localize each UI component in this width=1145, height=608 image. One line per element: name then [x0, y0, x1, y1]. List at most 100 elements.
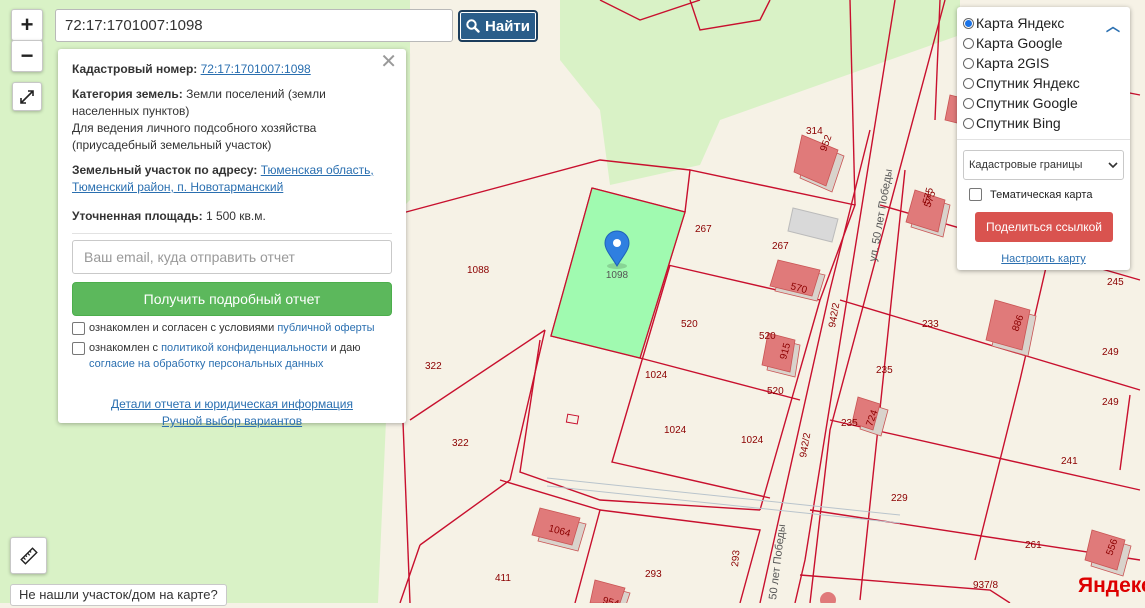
radio[interactable] — [963, 117, 974, 129]
area-value: 1 500 кв.м. — [205, 209, 266, 223]
parcel-label: 241 — [1061, 456, 1078, 467]
parcel-label: 314 — [806, 126, 823, 137]
ruler-button[interactable] — [10, 537, 47, 574]
parcel-label: 235 — [876, 365, 893, 376]
cadastral-number-label: Кадастровый номер: — [72, 62, 198, 76]
divider — [957, 139, 1130, 140]
search-button[interactable]: Найти — [458, 10, 538, 42]
layers-panel: ︿ Карта Яндекс Карта Google Карта 2GIS С… — [957, 7, 1130, 270]
agree-text: и даю — [330, 342, 361, 354]
layer-option[interactable]: Спутник Bing — [963, 113, 1124, 133]
area-label: Уточненная площадь: — [72, 209, 203, 223]
layer-option[interactable]: Карта 2GIS — [963, 53, 1124, 73]
zoom-out-label: − — [20, 43, 34, 68]
fullscreen-button[interactable] — [12, 82, 42, 111]
land-category-label: Категория земель: — [72, 87, 183, 101]
privacy-checkbox[interactable] — [72, 342, 85, 355]
radio-selected[interactable] — [963, 17, 974, 29]
land-use-value: Для ведения личного подсобного хозяйства… — [72, 121, 317, 152]
zoom-in-label: + — [20, 12, 34, 37]
thematic-checkbox[interactable] — [969, 188, 982, 201]
address-row: Земельный участок по адресу: Тюменская о… — [72, 162, 392, 196]
divider — [72, 233, 392, 234]
layer-option[interactable]: Карта Яндекс — [963, 13, 1124, 33]
parcel-label: 229 — [891, 493, 908, 504]
street-label: 50 лет Победы — [767, 523, 788, 600]
popup-links: Детали отчета и юридическая информация Р… — [72, 396, 392, 430]
thematic-label: Тематическая карта — [990, 188, 1093, 201]
parcel-label: 293 — [645, 569, 662, 580]
house — [793, 134, 845, 193]
get-report-label: Получить подробный отчет — [143, 290, 321, 307]
street-label: ул. 50 лет Победы — [867, 168, 895, 262]
layer-label: Карта 2GIS — [976, 55, 1050, 71]
offer-link[interactable]: публичной оферты — [277, 322, 374, 334]
parcel-label: 267 — [695, 224, 712, 235]
parcel-label: 942/2 — [827, 302, 842, 329]
chevron-down-icon — [1108, 162, 1118, 169]
small-structure — [565, 413, 580, 425]
zoom-out-button[interactable]: − — [11, 40, 43, 72]
layer-option[interactable]: Спутник Google — [963, 93, 1124, 113]
parcel-label: 245 — [1107, 277, 1124, 288]
parcel-label: 411 — [495, 573, 511, 584]
share-link-button[interactable]: Поделиться ссылкой — [975, 212, 1113, 242]
layer-label: Карта Яндекс — [976, 15, 1065, 31]
configure-map-link[interactable]: Настроить карту — [1001, 253, 1086, 265]
parcel-label: 261 — [1025, 540, 1042, 551]
parcel-label: 520 — [681, 319, 698, 330]
house — [769, 259, 826, 302]
selected-parcel-label: 1098 — [606, 270, 629, 281]
parcel-label: 233 — [922, 319, 939, 330]
overlay-select[interactable]: Кадастровые границы — [963, 150, 1124, 180]
get-report-button[interactable]: Получить подробный отчет — [72, 282, 392, 316]
agree-text: ознакомлен и согласен с условиями — [89, 322, 275, 334]
green-area — [560, 0, 960, 185]
report-details-link[interactable]: Детали отчета и юридическая информация — [72, 396, 392, 413]
expand-icon — [20, 89, 34, 104]
layer-label: Спутник Bing — [976, 115, 1061, 131]
cadastral-number-link[interactable]: 72:17:1701007:1098 — [201, 62, 311, 76]
land-category-row: Категория земель: Земли поселений (земли… — [72, 86, 392, 154]
email-field[interactable]: Ваш email, куда отправить отчет — [72, 240, 392, 274]
agree-text: ознакомлен с — [89, 342, 159, 354]
address-label: Земельный участок по адресу: — [72, 163, 258, 177]
offer-checkbox[interactable] — [72, 322, 85, 335]
building-gray — [787, 207, 839, 243]
layer-option[interactable]: Карта Google — [963, 33, 1124, 53]
house-partial — [820, 592, 836, 608]
consent-link[interactable]: согласие на обработку персональных данны… — [89, 358, 323, 370]
layer-label: Спутник Яндекс — [976, 75, 1080, 91]
parcel-info-popup: ✕ Кадастровый номер: 72:17:1701007:1098 … — [58, 49, 406, 428]
layer-option[interactable]: Спутник Яндекс — [963, 73, 1124, 93]
search-input[interactable] — [55, 9, 453, 42]
close-icon[interactable]: ✕ — [380, 52, 397, 72]
privacy-agreement: ознакомлен с политикой конфиденциальност… — [72, 340, 392, 372]
not-found-label: Не нашли участок/дом на карте? — [19, 587, 218, 602]
configure-map: Настроить карту — [963, 253, 1124, 265]
ruler-icon — [19, 546, 38, 565]
zoom-in-button[interactable]: + — [11, 9, 43, 41]
parcel-label: 1024 — [645, 370, 668, 381]
yandex-logo: Яндекс — [1078, 574, 1145, 597]
privacy-link[interactable]: политикой конфиденциальности — [161, 342, 327, 354]
parcel-label: 235 — [841, 418, 858, 429]
cadastral-number-row: Кадастровый номер: 72:17:1701007:1098 — [72, 61, 392, 78]
parcel-label: 249 — [1102, 347, 1119, 358]
chevron-up-icon[interactable]: ︿ — [1106, 16, 1120, 36]
radio[interactable] — [963, 77, 974, 89]
parcel-label: 322 — [425, 361, 442, 372]
parcel-label: 249 — [1102, 397, 1119, 408]
manual-selection-link[interactable]: Ручной выбор вариантов — [72, 413, 392, 430]
offer-agreement: ознакомлен и согласен с условиями публич… — [72, 320, 392, 336]
layer-label: Спутник Google — [976, 95, 1078, 111]
radio[interactable] — [963, 57, 974, 69]
parcel-label: 293 — [730, 549, 742, 567]
search-button-label: Найти — [485, 17, 530, 35]
thematic-map-toggle[interactable]: Тематическая карта — [969, 188, 1124, 201]
parcel-label: 520 — [767, 386, 784, 397]
radio[interactable] — [963, 37, 974, 49]
radio[interactable] — [963, 97, 974, 109]
share-link-label: Поделиться ссылкой — [986, 220, 1102, 234]
search-icon — [466, 19, 480, 33]
